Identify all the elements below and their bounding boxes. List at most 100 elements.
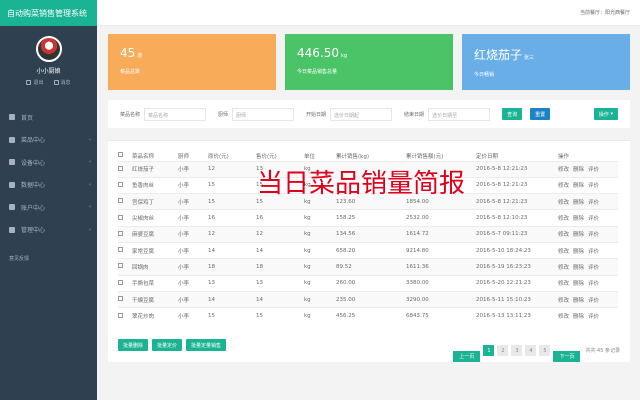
edit-link[interactable]: 修改 (558, 216, 569, 222)
message-link[interactable]: 消息 (53, 79, 71, 86)
delete-link[interactable]: 删除 (573, 200, 584, 206)
chevron-left-icon: ‹ (89, 136, 91, 143)
review-link[interactable]: 评价 (588, 232, 599, 238)
checkbox[interactable] (118, 279, 123, 285)
delete-link[interactable]: 删除 (573, 281, 584, 287)
review-link[interactable]: 评价 (588, 200, 599, 206)
table-cell: 尖椒肉丝 (132, 209, 178, 227)
sidebar-item-accounts[interactable]: 账户中心 ‹ (0, 196, 97, 219)
table-cell: 红烧茄子 (132, 160, 178, 178)
feedback-link[interactable]: 意见反馈 (0, 255, 97, 262)
chevron-left-icon: ‹ (89, 204, 91, 211)
sidebar-item-admin[interactable]: 管理中心 ‹ (0, 219, 97, 242)
avatar[interactable] (35, 36, 62, 62)
checkbox[interactable] (118, 247, 123, 253)
logout-link[interactable]: 退出 (26, 79, 44, 86)
table-cell: 鱼香肉丝 (132, 176, 178, 194)
table-cell: 15 (208, 193, 256, 210)
table-cell: 2016-5-10 18:24:23 (476, 241, 558, 259)
table-cell: 3380.00 (406, 274, 476, 292)
sidebar-item-devices[interactable]: 设备中心 ‹ (0, 151, 97, 174)
next-page-button[interactable]: 下一页 (553, 351, 581, 362)
table-cell: 158.25 (336, 209, 406, 227)
search-button[interactable]: 查询 (502, 108, 523, 120)
chef-input[interactable]: 厨师 (232, 107, 295, 121)
delete-link[interactable]: 删除 (573, 183, 584, 189)
sidebar-item-data[interactable]: 数据中心 ‹ (0, 174, 97, 197)
checkbox[interactable] (118, 198, 123, 204)
review-link[interactable]: 评价 (588, 281, 599, 287)
delete-link[interactable]: 删除 (573, 249, 584, 255)
review-link[interactable]: 评价 (588, 314, 599, 320)
table-cell: 16 (256, 209, 304, 227)
table-cell: 6843.75 (406, 307, 476, 324)
edit-link[interactable]: 修改 (558, 298, 569, 304)
edit-link[interactable]: 修改 (558, 249, 569, 255)
start-date-input[interactable]: 选价日期起 (330, 107, 393, 121)
checkbox[interactable] (118, 230, 123, 236)
delete-link[interactable]: 删除 (573, 265, 584, 271)
reset-button[interactable]: 重置 (530, 108, 551, 120)
page-button[interactable]: 5 (539, 345, 551, 356)
table-cell: 235.00 (336, 290, 406, 308)
prev-page-button[interactable]: 上一页 (453, 351, 481, 362)
dish-name-input[interactable]: 菜品名称 (144, 107, 207, 121)
total-records: 共共 45 条记录 (585, 348, 620, 354)
stat-unit: kg (341, 53, 348, 59)
edit-link[interactable]: 修改 (558, 314, 569, 320)
checkbox[interactable] (118, 214, 123, 220)
profile-panel: 小小厨娘 退出 消息 (0, 26, 97, 94)
review-link[interactable]: 评价 (588, 167, 599, 173)
review-link[interactable]: 评价 (588, 216, 599, 222)
delete-link[interactable]: 删除 (573, 298, 584, 304)
checkbox[interactable] (118, 312, 123, 318)
column-header: 菜品名称 (132, 153, 155, 160)
sidebar-item-home[interactable]: 首页 (0, 106, 97, 129)
page-button[interactable]: 3 (511, 345, 523, 356)
edit-link[interactable]: 修改 (558, 200, 569, 206)
checkbox[interactable] (118, 181, 123, 187)
row-actions: 修改 删除 评价 (558, 160, 618, 178)
edit-link[interactable]: 修改 (558, 232, 569, 238)
review-link[interactable]: 评价 (588, 265, 599, 271)
table-cell: 2016-5-11 15:10:23 (476, 290, 558, 308)
table-cell: 134.56 (336, 225, 406, 243)
edit-link[interactable]: 修改 (558, 167, 569, 173)
sidebar-item-dishes[interactable]: 菜品中心 ‹ (0, 129, 97, 152)
chevron-left-icon: ‹ (89, 159, 91, 166)
edit-link[interactable]: 修改 (558, 183, 569, 189)
bulk-delete-button[interactable]: 批量删除 (118, 339, 149, 351)
review-link[interactable]: 评价 (588, 183, 599, 189)
checkbox[interactable] (118, 263, 123, 269)
checkbox[interactable] (118, 165, 123, 171)
page-button[interactable]: 2 (497, 345, 509, 356)
checkbox[interactable] (118, 152, 123, 158)
review-link[interactable]: 评价 (588, 298, 599, 304)
review-link[interactable]: 评价 (588, 249, 599, 255)
delete-link[interactable]: 删除 (573, 314, 584, 320)
end-date-input[interactable]: 选价日期至 (428, 107, 491, 121)
delete-link[interactable]: 删除 (573, 232, 584, 238)
table-row: 尖椒肉丝 小李 16 16 kg 158.25 2532.00 2016-5-8 12:10:… (118, 209, 618, 227)
edit-link[interactable]: 修改 (558, 281, 569, 287)
start-date-label: 开始日期 (306, 111, 327, 118)
action-dropdown-button[interactable]: 操作 ▾ (593, 108, 618, 120)
sidebar-item-label: 管理中心 (21, 227, 46, 235)
checkbox[interactable] (118, 296, 123, 302)
table-cell: 12 (208, 160, 256, 178)
filter-bar: 菜品名称 菜品名称 厨师 厨师 开始日期 选价日期起 结束日期 选价日期至 查询… (108, 100, 630, 128)
current-branch[interactable]: 当前餐厅：阳光西餐厅 (580, 9, 630, 16)
bulk-quantity-button[interactable]: 批量定量销售 (186, 339, 227, 351)
page-button[interactable]: 4 (525, 345, 537, 356)
table-cell: 小李 (178, 193, 208, 210)
table-cell: 小李 (178, 274, 208, 292)
bulk-actions: 批量删除 批量定价 批量定量销售 (118, 339, 227, 351)
edit-link[interactable]: 修改 (558, 265, 569, 271)
stat-card-sales-volume: 446.50 kg 今日菜品销售总量 (285, 34, 453, 90)
table-cell: 手撕包菜 (132, 274, 178, 292)
header-select-all[interactable] (118, 151, 132, 161)
bulk-pricing-button[interactable]: 批量定价 (152, 339, 183, 351)
page-button[interactable]: 1 (483, 345, 495, 356)
delete-link[interactable]: 删除 (573, 167, 584, 173)
delete-link[interactable]: 删除 (573, 216, 584, 222)
